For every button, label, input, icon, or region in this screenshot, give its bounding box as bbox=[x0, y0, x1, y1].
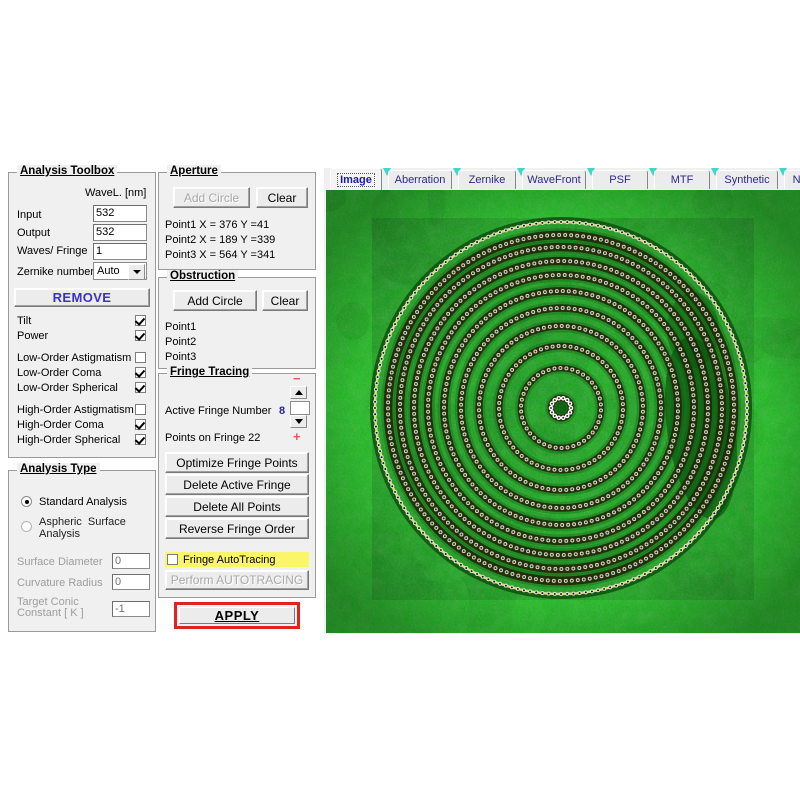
tab-synthetic-label: Synthetic bbox=[724, 174, 769, 186]
wavelength-header: WaveL. [nm] bbox=[85, 187, 146, 199]
surface-diameter-field[interactable]: 0 bbox=[112, 553, 150, 569]
points-on-fringe-label: Points on Fringe 22 bbox=[165, 432, 260, 444]
obstruction-point2: Point2 bbox=[165, 336, 196, 348]
aberration-high-coma-checkbox[interactable] bbox=[135, 419, 146, 430]
delete-all-points-button[interactable]: Delete All Points bbox=[165, 496, 309, 517]
aberration-low-astig-label: Low-Order Astigmatism bbox=[17, 352, 131, 364]
aberration-high-astig-label: High-Order Astigmatism bbox=[17, 404, 134, 416]
fringe-autotracing-label: Fringe AutoTracing bbox=[183, 554, 276, 566]
reverse-fringe-order-button[interactable]: Reverse Fringe Order bbox=[165, 518, 309, 539]
obstruction-point3: Point3 bbox=[165, 351, 196, 363]
waves-per-fringe-field[interactable]: 1 bbox=[93, 243, 147, 260]
newton-ring-interferogram[interactable] bbox=[326, 190, 800, 633]
waves-per-fringe-label: Waves/ Fringe bbox=[17, 245, 88, 257]
tab-mtf[interactable]: MTF bbox=[654, 170, 710, 189]
analysis-type-group: Analysis Type Standard Analysis Aspheric… bbox=[8, 470, 156, 632]
input-label: Input bbox=[17, 209, 41, 221]
curvature-radius-label: Curvature Radius bbox=[17, 577, 103, 589]
aberration-high-astig-checkbox[interactable] bbox=[135, 404, 146, 415]
aberration-high-coma-label: High-Order Coma bbox=[17, 419, 104, 431]
curvature-radius-field[interactable]: 0 bbox=[112, 574, 150, 590]
aberration-power-label: Power bbox=[17, 330, 48, 342]
target-conic-constant-field[interactable]: -1 bbox=[112, 601, 150, 617]
aberration-power-checkbox[interactable] bbox=[135, 330, 146, 341]
tab-wavefront[interactable]: WaveFront bbox=[522, 170, 586, 189]
aberration-tilt-checkbox[interactable] bbox=[135, 315, 146, 326]
aberration-high-spherical-label: High-Order Spherical bbox=[17, 434, 120, 446]
tab-mtf-label: MTF bbox=[671, 174, 694, 186]
image-panel: Image Aberration Zernike WaveFront PSF M… bbox=[324, 168, 800, 634]
zernike-number-combo[interactable]: Auto bbox=[93, 262, 147, 280]
tab-image-label: Image bbox=[337, 173, 375, 187]
aberration-low-spherical-checkbox[interactable] bbox=[135, 382, 146, 393]
obstruction-group: Obstruction Add Circle Clear Point1 Poin… bbox=[158, 277, 316, 369]
fringe-spinner-down-button[interactable] bbox=[290, 415, 307, 428]
obstruction-clear-button[interactable]: Clear bbox=[262, 290, 308, 311]
tab-wavefront-label: WaveFront bbox=[527, 174, 580, 186]
analysis-toolbox-title: Analysis Toolbox bbox=[17, 165, 117, 177]
fringe-decrement-icon[interactable]: − bbox=[293, 374, 301, 384]
aspheric-analysis-radio[interactable] bbox=[21, 521, 32, 532]
aperture-add-circle-button[interactable]: Add Circle bbox=[173, 187, 250, 208]
aberration-low-astig-checkbox[interactable] bbox=[135, 352, 146, 363]
obstruction-point1: Point1 bbox=[165, 321, 196, 333]
output-label: Output bbox=[17, 227, 50, 239]
obstruction-add-circle-button[interactable]: Add Circle bbox=[173, 290, 257, 311]
remove-button[interactable]: REMOVE bbox=[14, 288, 150, 307]
aperture-title: Aperture bbox=[167, 165, 221, 177]
chevron-down-icon[interactable] bbox=[128, 264, 145, 280]
input-wavelength-field[interactable]: 532 bbox=[93, 205, 147, 222]
aberration-high-spherical-checkbox[interactable] bbox=[135, 434, 146, 445]
tab-zernike-label: Zernike bbox=[469, 174, 506, 186]
perform-autotracing-button[interactable]: Perform AUTOTRACING bbox=[165, 570, 309, 590]
aberration-low-spherical-label: Low-Order Spherical bbox=[17, 382, 118, 394]
apply-button-frame: APPLY bbox=[174, 602, 300, 629]
fringe-increment-icon[interactable]: + bbox=[293, 432, 301, 442]
aspheric-analysis-label: Aspheric SurfaceAnalysis bbox=[39, 516, 144, 540]
tab-aberration[interactable]: Aberration bbox=[388, 170, 452, 189]
tab-psf[interactable]: PSF bbox=[592, 170, 648, 189]
analysis-type-title: Analysis Type bbox=[17, 463, 100, 475]
aberration-tilt-label: Tilt bbox=[17, 315, 31, 327]
fringe-tracing-title: Fringe Tracing bbox=[167, 366, 252, 378]
optimize-fringe-points-button[interactable]: Optimize Fringe Points bbox=[165, 452, 309, 473]
zernike-number-label: Zernike number bbox=[17, 266, 94, 278]
aperture-point3: Point3 X = 564 Y =341 bbox=[165, 249, 275, 261]
tab-strip: Image Aberration Zernike WaveFront PSF M… bbox=[324, 168, 800, 190]
interferogram-viewport[interactable] bbox=[326, 190, 800, 633]
fringe-tracing-group: Fringe Tracing − Active Fringe Number 8 … bbox=[158, 373, 316, 598]
active-fringe-number-value: 8 bbox=[279, 405, 285, 417]
aberration-low-coma-label: Low-Order Coma bbox=[17, 367, 101, 379]
analysis-toolbox-group: Analysis Toolbox WaveL. [nm] Input 532 O… bbox=[8, 172, 156, 458]
aperture-group: Aperture Add Circle Clear Point1 X = 376… bbox=[158, 172, 316, 270]
standard-analysis-radio[interactable] bbox=[21, 496, 32, 507]
fringe-spinner-up-button[interactable] bbox=[290, 386, 307, 399]
obstruction-title: Obstruction bbox=[167, 270, 238, 282]
tab-image[interactable]: Image bbox=[330, 168, 382, 190]
aperture-clear-button[interactable]: Clear bbox=[256, 187, 308, 208]
aperture-point2: Point2 X = 189 Y =339 bbox=[165, 234, 275, 246]
tab-notes[interactable]: Notes bbox=[784, 170, 800, 189]
apply-button[interactable]: APPLY bbox=[179, 607, 295, 624]
output-wavelength-field[interactable]: 532 bbox=[93, 224, 147, 241]
delete-active-fringe-button[interactable]: Delete Active Fringe bbox=[165, 474, 309, 495]
tab-aberration-label: Aberration bbox=[395, 174, 446, 186]
tab-zernike[interactable]: Zernike bbox=[458, 170, 516, 189]
tab-psf-label: PSF bbox=[609, 174, 630, 186]
tab-notes-label: Notes bbox=[793, 174, 800, 186]
surface-diameter-label: Surface Diameter bbox=[17, 556, 103, 568]
target-conic-constant-label: Target ConicConstant [ K ] bbox=[17, 597, 112, 619]
aperture-point1: Point1 X = 376 Y =41 bbox=[165, 219, 269, 231]
standard-analysis-label: Standard Analysis bbox=[39, 496, 127, 508]
active-fringe-number-label: Active Fringe Number bbox=[165, 405, 271, 417]
active-fringe-spinner-field[interactable] bbox=[290, 401, 310, 415]
tab-synthetic[interactable]: Synthetic bbox=[716, 170, 778, 189]
fringe-autotracing-checkbox[interactable] bbox=[167, 554, 178, 565]
aberration-low-coma-checkbox[interactable] bbox=[135, 367, 146, 378]
